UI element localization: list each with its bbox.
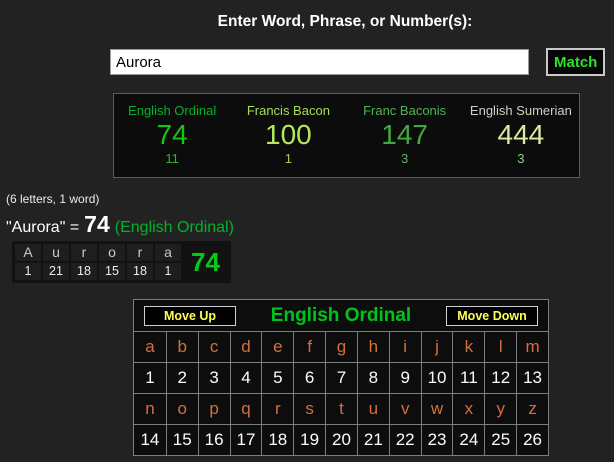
cipher-results-panel: English Ordinal 74 11 Francis Bacon 100 … <box>113 93 580 178</box>
chart-number-cell: 17 <box>230 425 262 455</box>
chart-letter-cell: i <box>389 332 421 362</box>
breakdown-letter: u <box>43 244 69 261</box>
chart-number-cell: 13 <box>516 363 548 393</box>
chart-number-cell: 12 <box>484 363 516 393</box>
cipher-chart-english-ordinal: Move Up English Ordinal Move Down abcdef… <box>133 299 549 456</box>
chart-letter-cell: a <box>134 332 166 362</box>
chart-letter-cell: h <box>357 332 389 362</box>
chart-letter-cell: z <box>516 394 548 424</box>
chart-letter-cell: e <box>261 332 293 362</box>
cipher-value[interactable]: 100 <box>230 119 346 151</box>
chart-number-cell: 2 <box>166 363 198 393</box>
chart-number-cell: 18 <box>261 425 293 455</box>
letter-word-count: (6 letters, 1 word) <box>6 192 99 206</box>
chart-letter-cell: r <box>261 394 293 424</box>
chart-letter-cell: d <box>230 332 262 362</box>
chart-letter-cell: y <box>484 394 516 424</box>
result-phrase: "Aurora" = <box>6 219 79 237</box>
chart-number-cell: 1 <box>134 363 166 393</box>
chart-header: Move Up English Ordinal Move Down <box>134 300 548 331</box>
breakdown-letter: o <box>99 244 125 261</box>
chart-letter-cell: f <box>293 332 325 362</box>
chart-letter-cell: g <box>325 332 357 362</box>
cipher-name: English Ordinal <box>114 103 230 119</box>
chart-number-cell: 22 <box>389 425 421 455</box>
breakdown-letter-value: 1 <box>155 263 181 280</box>
breakdown-letter-value: 1 <box>15 263 41 280</box>
chart-letter-cell: n <box>134 394 166 424</box>
move-up-button[interactable]: Move Up <box>144 306 236 326</box>
result-cipher-name: (English Ordinal) <box>115 219 234 237</box>
cipher-name: Francis Bacon <box>230 103 346 119</box>
chart-number-cell: 19 <box>293 425 325 455</box>
breakdown-total: 74 <box>191 247 220 278</box>
result-value: 74 <box>84 211 110 238</box>
chart-number-cell: 7 <box>325 363 357 393</box>
breakdown-letter-value: 18 <box>71 263 97 280</box>
chart-number-cell: 5 <box>261 363 293 393</box>
breakdown-letter-value: 18 <box>127 263 153 280</box>
chart-number-cell: 10 <box>421 363 453 393</box>
phrase-input[interactable] <box>110 49 529 75</box>
page-title: Enter Word, Phrase, or Number(s): <box>100 13 590 31</box>
cipher-reduction-value: 3 <box>347 151 463 167</box>
chart-letter-cell: k <box>452 332 484 362</box>
chart-letter-cell: v <box>389 394 421 424</box>
chart-number-cell: 24 <box>452 425 484 455</box>
cipher-reduction-value: 1 <box>230 151 346 167</box>
cipher-name: English Sumerian <box>463 103 579 119</box>
chart-number-cell: 26 <box>516 425 548 455</box>
cipher-reduction-value: 11 <box>114 151 230 167</box>
chart-number-cell: 4 <box>230 363 262 393</box>
chart-letter-cell: t <box>325 394 357 424</box>
cipher-value[interactable]: 74 <box>114 119 230 151</box>
chart-letter-cell: q <box>230 394 262 424</box>
breakdown-letter: a <box>155 244 181 261</box>
chart-number-cell: 3 <box>198 363 230 393</box>
cipher-reduction-value: 3 <box>463 151 579 167</box>
result-summary: "Aurora" = 74 (English Ordinal) <box>6 211 234 238</box>
chart-letter-cell: w <box>421 394 453 424</box>
chart-number-cell: 15 <box>166 425 198 455</box>
breakdown-letter: A <box>15 244 41 261</box>
move-down-button[interactable]: Move Down <box>446 306 538 326</box>
chart-letter-cell: j <box>421 332 453 362</box>
chart-number-cell: 20 <box>325 425 357 455</box>
chart-number-cell: 21 <box>357 425 389 455</box>
chart-number-cell: 25 <box>484 425 516 455</box>
breakdown-letter: r <box>127 244 153 261</box>
chart-letter-cell: m <box>516 332 548 362</box>
cipher-card-francis-bacon[interactable]: Francis Bacon 100 1 <box>230 94 346 177</box>
cipher-card-english-sumerian[interactable]: English Sumerian 444 3 <box>463 94 579 177</box>
chart-number-cell: 16 <box>198 425 230 455</box>
chart-letter-cell: c <box>198 332 230 362</box>
chart-number-cell: 9 <box>389 363 421 393</box>
chart-letter-cell: o <box>166 394 198 424</box>
chart-letter-cell: p <box>198 394 230 424</box>
chart-letter-cell: u <box>357 394 389 424</box>
chart-number-cell: 6 <box>293 363 325 393</box>
breakdown-letter-value: 21 <box>43 263 69 280</box>
chart-number-cell: 23 <box>421 425 453 455</box>
cipher-value[interactable]: 444 <box>463 119 579 151</box>
cipher-card-english-ordinal[interactable]: English Ordinal 74 11 <box>114 94 230 177</box>
chart-number-cell: 11 <box>452 363 484 393</box>
cipher-value[interactable]: 147 <box>347 119 463 151</box>
chart-letter-cell: b <box>166 332 198 362</box>
chart-number-cell: 8 <box>357 363 389 393</box>
cipher-name: Franc Baconis <box>347 103 463 119</box>
letter-breakdown-table: Aurora 1211815181 74 <box>12 241 231 283</box>
chart-letter-cell: x <box>452 394 484 424</box>
cipher-card-franc-baconis[interactable]: Franc Baconis 147 3 <box>347 94 463 177</box>
chart-letter-cell: l <box>484 332 516 362</box>
chart-letter-cell: s <box>293 394 325 424</box>
match-button[interactable]: Match <box>546 48 605 76</box>
breakdown-letter-value: 15 <box>99 263 125 280</box>
breakdown-letter: r <box>71 244 97 261</box>
chart-title: English Ordinal <box>271 305 411 327</box>
chart-number-cell: 14 <box>134 425 166 455</box>
